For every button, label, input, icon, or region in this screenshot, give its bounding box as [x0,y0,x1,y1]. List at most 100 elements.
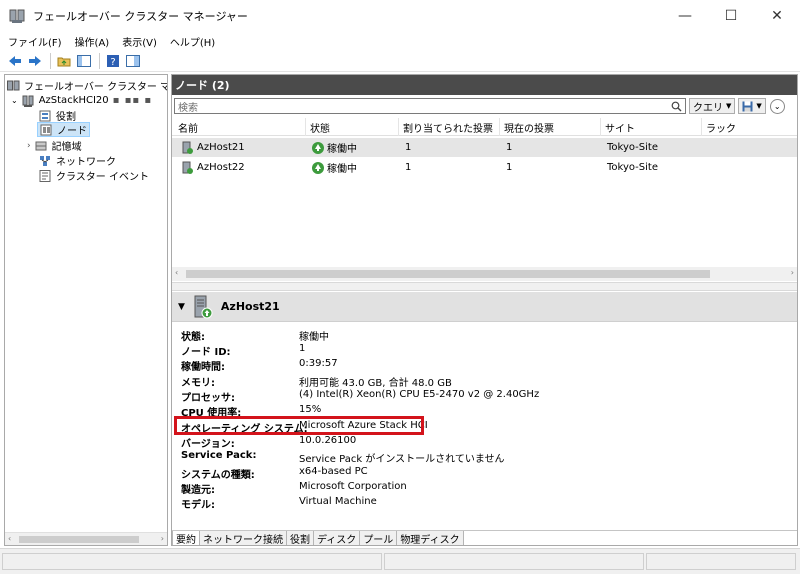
tree-root[interactable]: フェールオーバー クラスター マネージャ [7,78,167,93]
tab-physical-disks[interactable]: 物理ディスク [397,531,464,546]
table-row[interactable]: AzHost22 稼働中 1 1 Tokyo-Site [172,158,797,177]
property-row: プロセッサ: (4) Intel(R) Xeon(R) CPU E5-2470 … [172,389,797,404]
collapse-chevron-icon[interactable]: ▼ [178,302,185,312]
property-key: モデル: [181,500,215,511]
cluster-icon [22,95,34,107]
current-votes-cell: 1 [506,162,513,173]
help-icon[interactable]: ? [104,52,122,70]
assigned-votes-cell: 1 [405,162,412,173]
property-row: システムの種類: x64-based PC [172,466,797,481]
close-button[interactable]: ✕ [754,0,800,32]
property-row: メモリ: 利用可能 43.0 GB, 合計 48.0 GB [172,374,797,389]
server-icon [182,141,193,154]
status-up-icon [312,161,324,174]
table-row[interactable]: AzHost21 稼働中 1 1 Tokyo-Site [172,138,797,157]
property-key: ノード ID: [181,347,231,358]
folder-up-icon[interactable] [55,52,73,70]
tree-item-storage[interactable]: › 記憶域 [27,138,82,154]
column-header-status[interactable]: 状態 [306,118,399,136]
property-value: 稼働中 [299,332,329,343]
property-value: 1 [299,343,306,354]
tab-roles[interactable]: 役割 [287,531,314,546]
search-input[interactable]: 検索 [174,98,686,114]
search-row: 検索 クエリ ▼ ▼ ⌄ [174,97,796,115]
scroll-right-icon[interactable]: › [791,268,794,277]
property-key: 稼働時間: [181,362,225,373]
scroll-left-icon[interactable]: ‹ [8,534,11,543]
tree-item-label: 役割 [56,112,76,123]
tab-pools[interactable]: プール [360,531,398,546]
property-key: Service Pack: [181,450,257,461]
tree-item-networks[interactable]: ネットワーク [39,153,116,168]
nodes-icon [40,124,52,135]
save-query-button[interactable]: ▼ [738,98,766,114]
toolbar-separator [50,52,51,69]
os-highlight-box [174,416,424,435]
pane-splitter[interactable] [172,282,797,291]
column-header-rack[interactable]: ラック [702,118,797,136]
menu-help[interactable]: ヘルプ(H) [170,34,215,49]
tab-network-connections[interactable]: ネットワーク接続 [200,531,287,546]
property-value: 15% [299,404,322,415]
detail-tabs: 要約 ネットワーク接続 役割 ディスク プール 物理ディスク [172,530,797,546]
chevron-right-icon[interactable]: › [27,141,31,151]
search-placeholder: 検索 [178,102,198,114]
scroll-right-icon[interactable]: › [161,534,164,543]
grid-horizontal-scrollbar[interactable]: ‹ › [172,267,797,281]
dropdown-arrow-icon: ▼ [756,102,762,110]
chevron-down-icon[interactable]: ⌄ [11,96,18,105]
tree-item-cluster-events[interactable]: クラスター イベント [39,168,149,183]
property-row: Service Pack: Service Pack がインストールされていませ… [172,450,797,465]
tree-horizontal-scrollbar[interactable]: ‹ › [5,532,167,545]
property-value: (4) Intel(R) Xeon(R) CPU E5-2470 v2 @ 2.… [299,389,540,400]
svg-text:?: ? [110,57,115,68]
query-label: クエリ [693,102,723,114]
property-key: プロセッサ: [181,393,235,404]
property-value: Virtual Machine [299,496,377,507]
window-title: フェールオーバー クラスター マネージャー [33,10,248,23]
property-value: Microsoft Corporation [299,481,407,492]
back-arrow-icon[interactable] [6,52,24,70]
collapse-search-button[interactable]: ⌄ [769,98,785,114]
column-header-name[interactable]: 名前 [174,118,306,136]
assigned-votes-cell: 1 [405,142,412,153]
rack-cell [704,138,708,157]
scrollbar-thumb[interactable] [186,270,710,278]
property-row: バージョン: 10.0.26100 [172,435,797,450]
query-button[interactable]: クエリ ▼ [689,98,736,114]
scroll-left-icon[interactable]: ‹ [175,268,178,277]
server-icon [193,295,213,319]
tree-item-label: 記憶域 [51,142,82,153]
menu-view[interactable]: 表示(V) [122,34,157,49]
tree-item-label: ノード [57,126,87,137]
column-header-site[interactable]: サイト [601,118,702,136]
show-action-pane-icon[interactable] [124,52,142,70]
property-row: 稼働時間: 0:39:57 [172,358,797,373]
menu-action[interactable]: 操作(A) [75,34,110,49]
node-name: AzHost22 [197,162,245,173]
status-bar [0,548,800,574]
property-row: モデル: Virtual Machine [172,496,797,511]
tab-disks[interactable]: ディスク [314,531,361,546]
status-segment [2,553,382,570]
server-icon [182,161,193,174]
scrollbar-thumb[interactable] [19,536,139,543]
maximize-button[interactable]: ☐ [708,0,754,32]
show-tree-icon[interactable] [75,52,93,70]
tab-summary[interactable]: 要約 [172,531,200,546]
forward-arrow-icon[interactable] [26,52,44,70]
column-header-assigned-votes[interactable]: 割り当てられた投票 [399,118,500,136]
tree-item-roles[interactable]: 役割 [39,108,76,123]
property-key: システムの種類: [181,470,255,481]
property-value: 10.0.26100 [299,435,357,446]
column-header-current-votes[interactable]: 現在の投票 [500,118,601,136]
menu-file[interactable]: ファイル(F) [8,34,62,49]
minimize-button[interactable]: — [662,0,708,32]
property-value: x64-based PC [299,466,368,477]
tree-item-nodes[interactable]: ノード [37,122,90,137]
status-up-icon [312,141,324,154]
redacted-mark: ▪ ▪▪ ▪ [112,95,153,106]
tree-cluster[interactable]: ⌄ AzStackHCI20 ▪ ▪▪ ▪ [11,93,152,108]
property-key: メモリ: [181,378,215,389]
search-icon[interactable] [671,101,682,112]
